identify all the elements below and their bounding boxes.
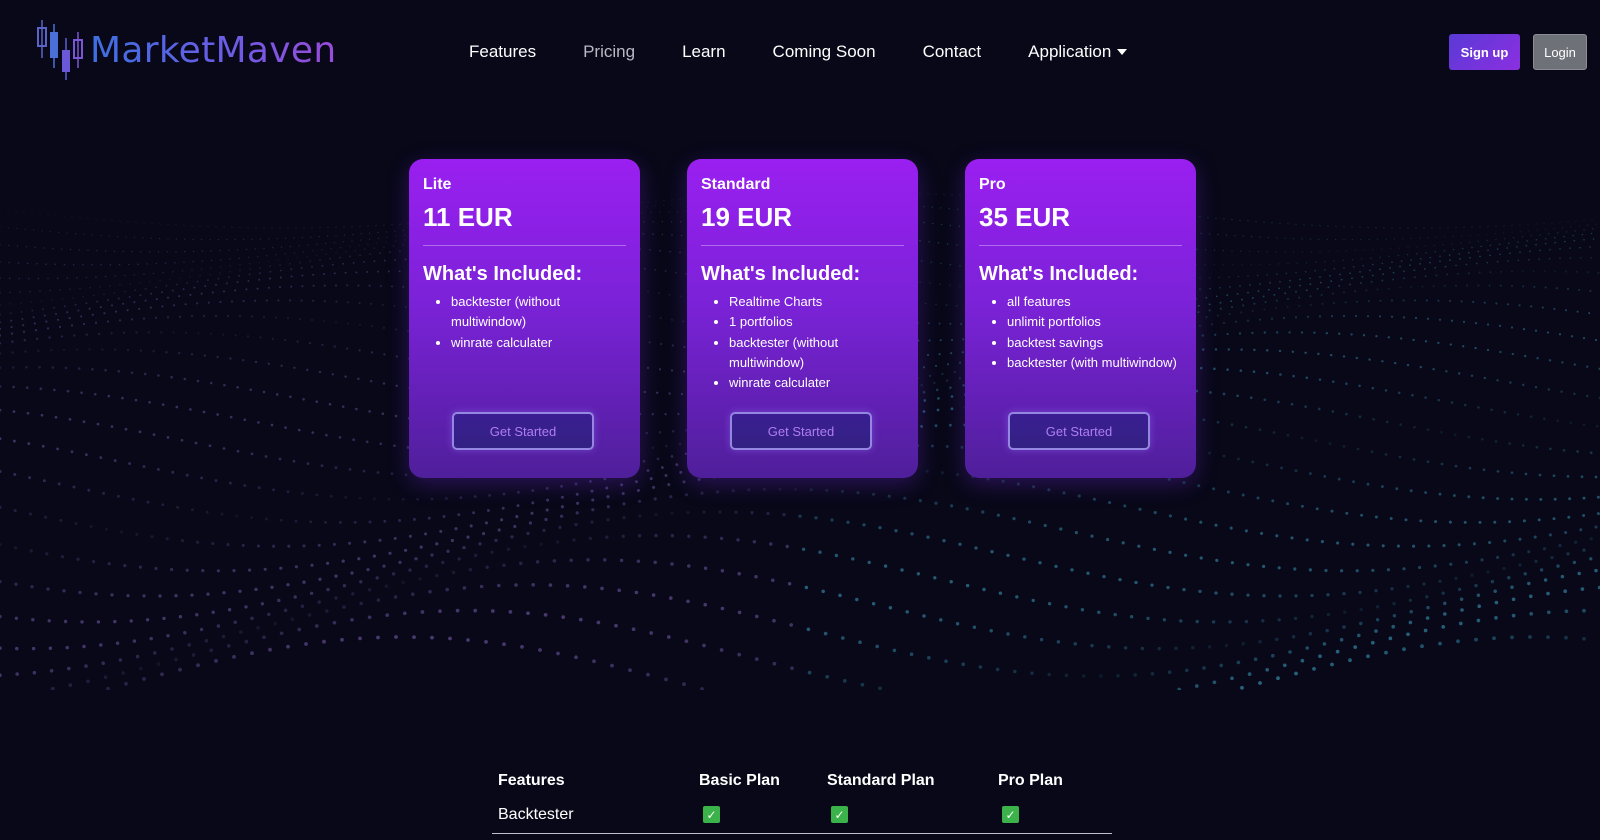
feature-list: Realtime Charts 1 portfolios backtester … (701, 292, 904, 393)
list-item: Realtime Charts (729, 292, 904, 312)
signup-button[interactable]: Sign up (1449, 34, 1520, 70)
feature-list: backtester (without multiwindow) winrate… (423, 292, 626, 353)
plan-card-standard: Standard 19 EUR What's Included: Realtim… (687, 159, 918, 478)
login-button[interactable]: Login (1533, 34, 1587, 70)
divider (423, 245, 626, 246)
list-item: backtester (without multiwindow) (729, 333, 904, 374)
nav-pricing[interactable]: Pricing (583, 42, 635, 62)
nav-learn[interactable]: Learn (682, 42, 725, 62)
included-title: What's Included: (423, 263, 583, 285)
brand-logo[interactable]: MarketMaven (34, 18, 336, 82)
list-item: backtester (without multiwindow) (451, 292, 626, 333)
divider (979, 245, 1182, 246)
main-nav: Features Pricing Learn Coming Soon Conta… (469, 42, 1174, 62)
plan-comparison-table: Features Basic Plan Standard Plan Pro Pl… (492, 766, 1112, 834)
plan-card-pro: Pro 35 EUR What's Included: all features… (965, 159, 1196, 478)
list-item: backtest savings (1007, 333, 1182, 353)
feature-name: Backtester (498, 805, 574, 823)
plan-name: Standard (701, 176, 771, 193)
check-icon: ✓ (1002, 806, 1019, 823)
caret-down-icon (1117, 49, 1128, 55)
get-started-button[interactable]: Get Started (452, 412, 594, 450)
plan-price: 35 EUR (979, 202, 1071, 232)
list-item: unlimit portfolios (1007, 312, 1182, 332)
included-title: What's Included: (979, 263, 1139, 285)
plan-price: 19 EUR (701, 202, 793, 232)
table-header: Features Basic Plan Standard Plan Pro Pl… (492, 766, 1112, 796)
list-item: 1 portfolios (729, 312, 904, 332)
header-basic-plan: Basic Plan (699, 772, 780, 789)
list-item: backtester (with multiwindow) (1007, 353, 1182, 373)
table-row: Backtester ✓ ✓ ✓ (492, 796, 1112, 834)
nav-application-label: Application (1028, 42, 1112, 61)
candlestick-logo-icon (37, 20, 83, 80)
check-icon: ✓ (831, 806, 848, 823)
header-features: Features (498, 772, 565, 789)
get-started-button[interactable]: Get Started (1008, 412, 1150, 450)
feature-list: all features unlimit portfolios backtest… (979, 292, 1182, 373)
get-started-button[interactable]: Get Started (730, 412, 872, 450)
list-item: winrate calculater (451, 333, 626, 353)
brand-name: MarketMaven (90, 29, 337, 71)
nav-application-dropdown[interactable]: Application (1028, 42, 1128, 62)
check-icon: ✓ (703, 806, 720, 823)
plan-name: Pro (979, 176, 1006, 193)
header-pro-plan: Pro Plan (998, 772, 1063, 789)
plan-card-lite: Lite 11 EUR What's Included: backtester … (409, 159, 640, 478)
list-item: all features (1007, 292, 1182, 312)
header-standard-plan: Standard Plan (827, 772, 935, 789)
list-item: winrate calculater (729, 373, 904, 393)
plan-name: Lite (423, 176, 452, 193)
plan-price: 11 EUR (423, 202, 513, 232)
nav-features[interactable]: Features (469, 42, 536, 62)
included-title: What's Included: (701, 263, 861, 285)
nav-coming-soon[interactable]: Coming Soon (773, 42, 876, 62)
nav-contact[interactable]: Contact (923, 42, 982, 62)
divider (701, 245, 904, 246)
